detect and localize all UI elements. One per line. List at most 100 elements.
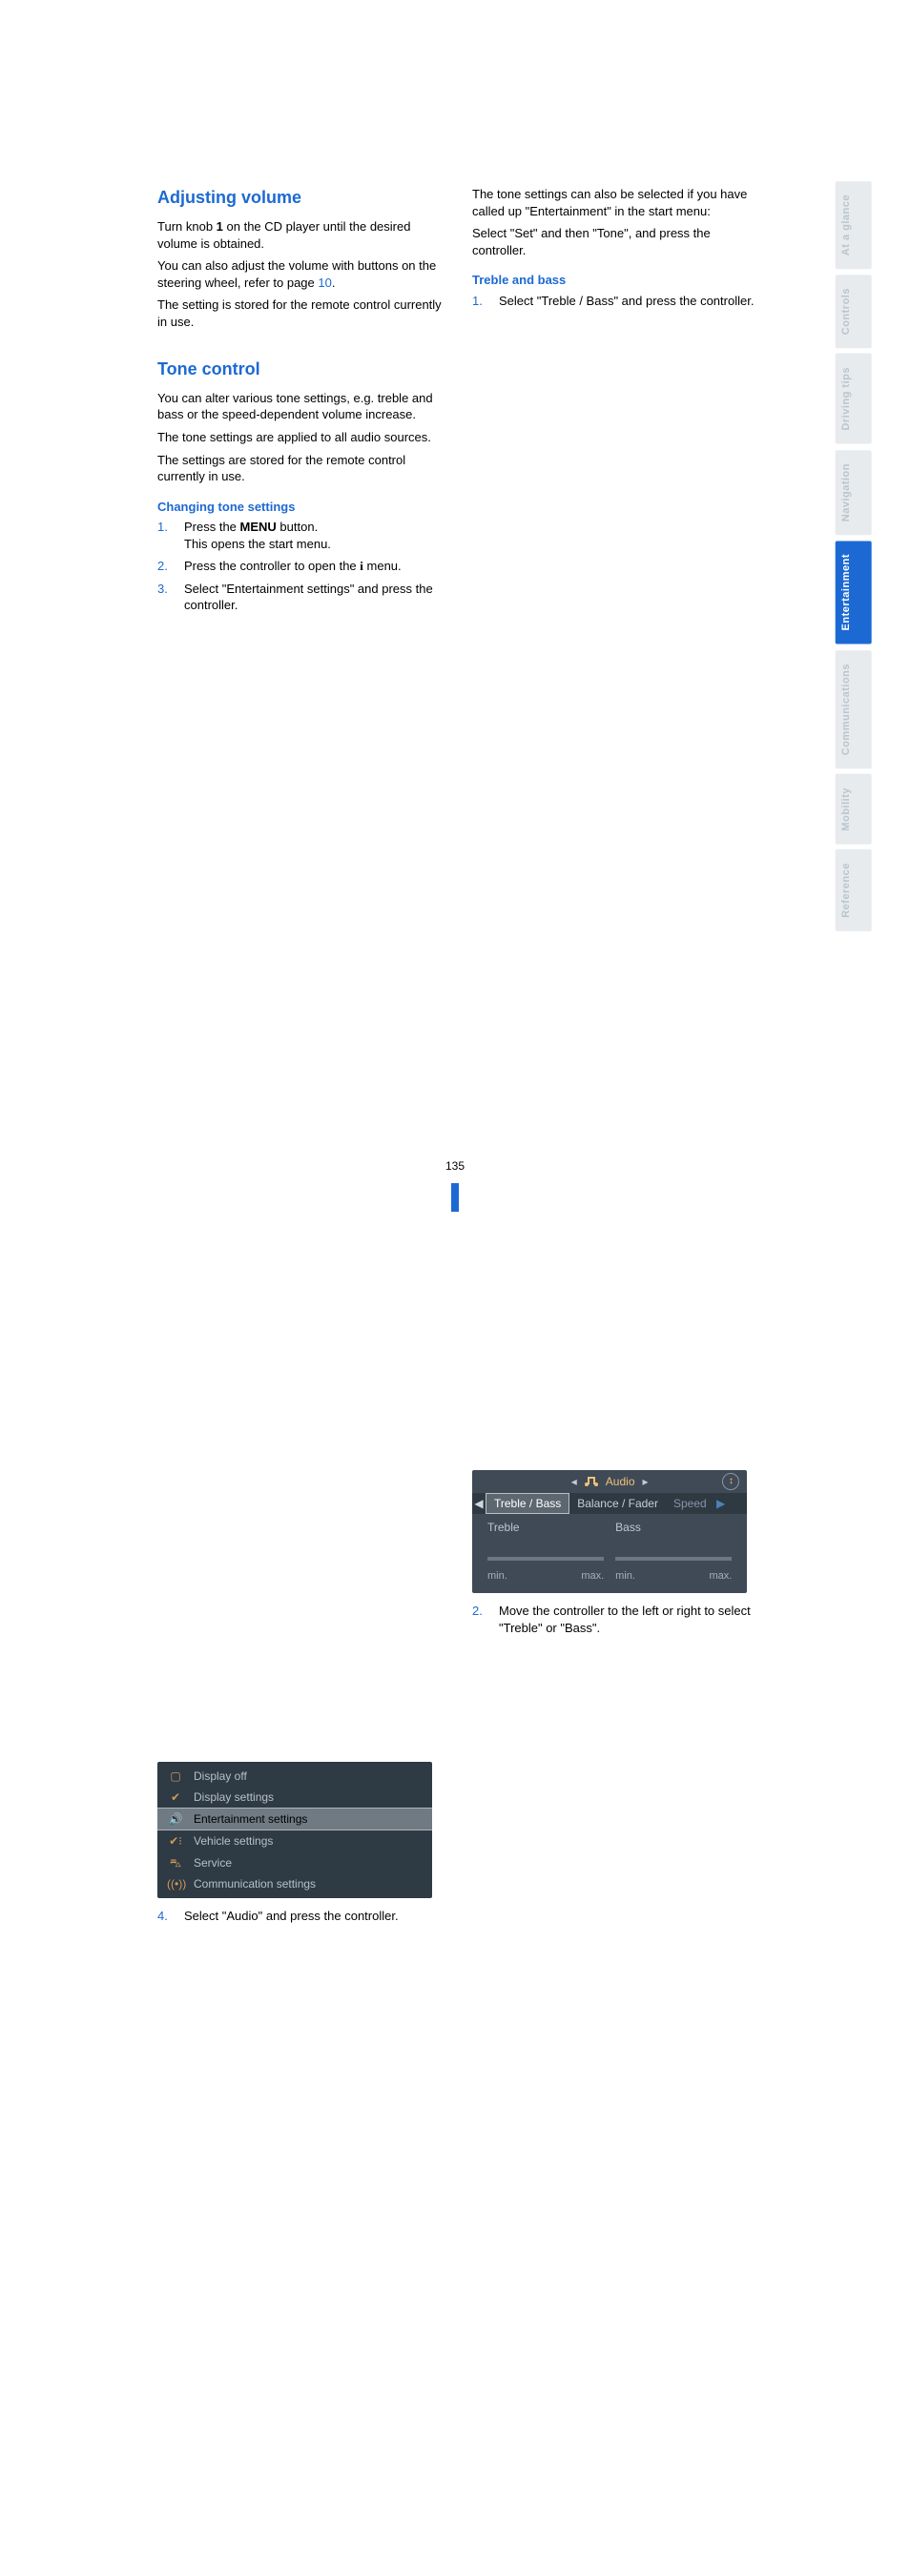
heading-tone-control: Tone control <box>157 358 444 380</box>
heading-adjusting-volume: Adjusting volume <box>157 186 444 209</box>
text: This opens the start menu. <box>184 537 331 551</box>
text: You can also adjust the volume with butt… <box>157 258 436 290</box>
info-icon[interactable]: ↕ <box>722 1473 739 1490</box>
tab-at-a-glance[interactable]: At a glance <box>836 181 872 269</box>
manual-page: At a glance Controls Driving tips Naviga… <box>0 0 910 1288</box>
left-column: Adjusting volume Turn knob 1 on the CD p… <box>157 186 444 2576</box>
step-number: 2. <box>472 1603 489 1636</box>
car-icon: ✔⁝ <box>167 1833 184 1849</box>
step-text: Select "Entertainment settings" and pres… <box>184 581 444 614</box>
page-number: 135 <box>0 1158 910 1174</box>
min-label: min. <box>615 1569 635 1584</box>
step-number: 4. <box>157 1908 175 1925</box>
step-text: Move the controller to the left or right… <box>499 1603 758 1636</box>
text: menu. <box>363 559 402 573</box>
step-1: 1. Select "Treble / Bass" and press the … <box>472 293 758 310</box>
menu-label: MENU <box>240 520 277 534</box>
steps-change-tone: 1. Press the MENU button. This opens the… <box>157 519 444 614</box>
sliders: Treble min. max. Bass min. <box>472 1514 747 1593</box>
steps-treble-bass: 1. Select "Treble / Bass" and press the … <box>472 293 758 310</box>
label: Communication settings <box>194 1876 316 1891</box>
image-side-code <box>436 620 444 1908</box>
bass-slider[interactable] <box>615 1550 732 1567</box>
settings-menu: ▢ Display off ✔ Display settings 🔊 Enter… <box>157 1762 432 1898</box>
speaker-icon: 🔊 <box>167 1811 184 1827</box>
arrow-left-icon[interactable]: ◀ <box>472 1496 486 1511</box>
arrow-right-icon[interactable]: ▶ <box>714 1496 728 1511</box>
label: Vehicle settings <box>194 1833 273 1849</box>
tab-controls[interactable]: Controls <box>836 275 872 348</box>
step-text: Press the controller to open the i menu. <box>184 558 402 575</box>
treble-block: Treble min. max. <box>482 1520 610 1584</box>
content-columns: Adjusting volume Turn knob 1 on the CD p… <box>157 186 872 2576</box>
menu-item-display-settings[interactable]: ✔ Display settings <box>157 1787 432 1808</box>
image-side-code <box>751 1642 758 2576</box>
chevron-left-icon: ◂ <box>571 1474 577 1489</box>
text: button. <box>277 520 318 534</box>
intro-paragraph-2: Select "Set" and then "Tone", and press … <box>472 225 758 258</box>
tab-communications[interactable]: Communications <box>836 650 872 768</box>
screenshot-settings-menu: ▢ Display off ✔ Display settings 🔊 Enter… <box>157 620 444 1908</box>
bass-label: Bass <box>615 1520 732 1535</box>
text: Turn knob <box>157 219 217 234</box>
steps-treble-bass-2: 2. Move the controller to the left or ri… <box>472 1603 758 1636</box>
text: Press the <box>184 520 240 534</box>
menu-item-entertainment-settings[interactable]: 🔊 Entertainment settings <box>157 1808 432 1830</box>
chevron-right-icon: ▸ <box>643 1474 649 1489</box>
image-side-code <box>436 1930 444 2576</box>
step-3: 3. Select "Entertainment settings" and p… <box>157 581 444 614</box>
check-icon: ✔ <box>167 1789 184 1805</box>
step-number: 1. <box>157 519 175 552</box>
step-1: 1. Press the MENU button. This opens the… <box>157 519 444 552</box>
adjust-paragraph-2: You can also adjust the volume with butt… <box>157 257 444 291</box>
tab-navigation[interactable]: Navigation <box>836 450 872 535</box>
title-row: ◂ Audio ▸ ↕ <box>472 1470 747 1493</box>
tab-treble-bass[interactable]: Treble / Bass <box>486 1493 569 1514</box>
audio-screen-tabs: ◂ Audio ▸ ↕ ◀ Treble / Bass Balance / Fa… <box>472 1470 747 1593</box>
tab-balance-fader[interactable]: Balance / Fader <box>569 1493 666 1514</box>
square-icon: ▢ <box>167 1768 184 1784</box>
tab-driving-tips[interactable]: Driving tips <box>836 354 872 444</box>
step-text: Select "Audio" and press the controller. <box>184 1908 399 1925</box>
treble-label: Treble <box>487 1520 604 1535</box>
step-2: 2. Move the controller to the left or ri… <box>472 1603 758 1636</box>
section-tabs: At a glance Controls Driving tips Naviga… <box>836 181 872 931</box>
menu-item-communication-settings[interactable]: ((•)) Communication settings <box>157 1873 432 1894</box>
heading-changing-tone: Changing tone settings <box>157 499 444 516</box>
tone-paragraph-2: The tone settings are applied to all aud… <box>157 429 444 446</box>
screenshot-audio-treble-bass: Audio ↕ ◂ Treble / Bass ▸ Treble <box>157 1930 444 2576</box>
adjust-paragraph-1: Turn knob 1 on the CD player until the d… <box>157 218 444 252</box>
step-number: 1. <box>472 293 489 310</box>
label: Display settings <box>194 1789 274 1805</box>
bass-block: Bass min. max. <box>610 1520 737 1584</box>
intro-paragraph-1: The tone settings can also be selected i… <box>472 186 758 219</box>
knob-number: 1 <box>217 219 223 234</box>
image-side-code <box>751 315 758 1603</box>
step-2: 2. Press the controller to open the i me… <box>157 558 444 575</box>
menu-item-service[interactable]: ⛍ Service <box>157 1852 432 1873</box>
tab-speed[interactable]: Speed <box>666 1493 714 1514</box>
tab-mobility[interactable]: Mobility <box>836 774 872 845</box>
tab-bar: ◀ Treble / Bass Balance / Fader Speed ▶ <box>472 1493 747 1514</box>
text: Press the controller to open the <box>184 559 360 573</box>
tab-entertainment[interactable]: Entertainment <box>836 541 872 644</box>
tab-reference[interactable]: Reference <box>836 849 872 931</box>
treble-slider[interactable] <box>487 1550 604 1567</box>
screenshot-treble-selected: ◂ Audio ▸ ↕ ◂ Treble / Bass ▸ Treble <box>472 1642 758 2576</box>
max-label: max. <box>709 1569 732 1584</box>
step-4: 4. Select "Audio" and press the controll… <box>157 1908 444 1925</box>
screenshot-treble-bass-tabs: ◂ Audio ▸ ↕ ◀ Treble / Bass Balance / Fa… <box>472 315 758 1603</box>
page-ref-link[interactable]: 10 <box>318 276 331 290</box>
label: Display off <box>194 1768 247 1784</box>
menu-item-vehicle-settings[interactable]: ✔⁝ Vehicle settings <box>157 1830 432 1851</box>
step-number: 3. <box>157 581 175 614</box>
menu-item-display-off[interactable]: ▢ Display off <box>157 1766 432 1787</box>
title: Audio <box>606 1474 635 1489</box>
label: Entertainment settings <box>194 1811 307 1827</box>
page-marker <box>451 1183 459 1212</box>
label: Service <box>194 1855 232 1871</box>
step-number: 2. <box>157 558 175 575</box>
steps-audio: 4. Select "Audio" and press the controll… <box>157 1908 444 1925</box>
heading-treble-bass: Treble and bass <box>472 272 758 289</box>
max-label: max. <box>581 1569 604 1584</box>
